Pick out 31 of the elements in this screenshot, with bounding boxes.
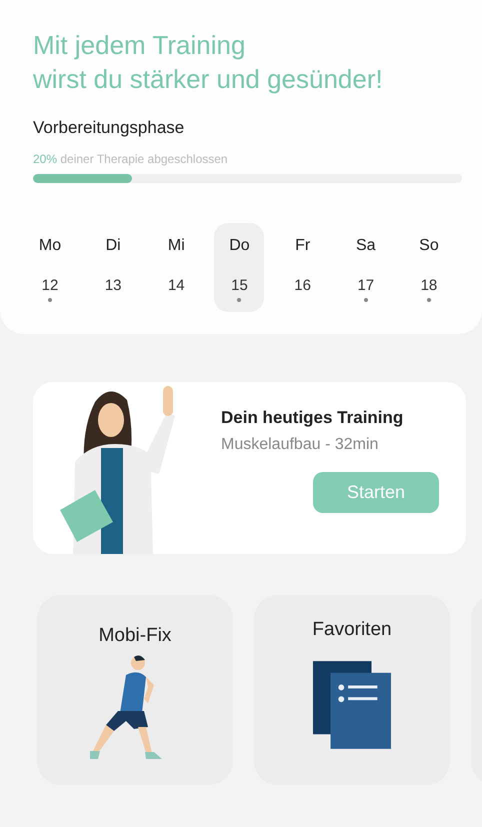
progress-text: 20% deiner Therapie abgeschlossen xyxy=(33,152,229,166)
tile-card[interactable]: Favoriten xyxy=(254,595,450,785)
day-column[interactable]: So 18 xyxy=(404,223,454,312)
date-label: 17 xyxy=(357,277,374,294)
date-label: 13 xyxy=(104,277,122,294)
weekday-label: Mo xyxy=(38,237,62,255)
tile-title: Favoriten xyxy=(312,619,392,641)
phase-title: Vorbereitungsphase xyxy=(33,118,186,138)
tile-card[interactable]: Mobi-Fix xyxy=(37,595,233,785)
weekday-label: Do xyxy=(229,237,250,255)
weekday-label: So xyxy=(419,237,439,255)
day-column[interactable]: Di 13 xyxy=(88,223,138,312)
date-label: 12 xyxy=(42,277,58,294)
day-column[interactable]: Sa 17 xyxy=(340,223,391,312)
date-label: 18 xyxy=(420,277,438,294)
headline: Mit jedem Training wirst du stärker und gesünder! xyxy=(33,29,384,96)
day-column[interactable]: Fr 16 xyxy=(278,223,328,312)
weekday-label: Fr xyxy=(295,237,310,255)
documents-icon xyxy=(313,661,391,749)
training-subtitle: Muskelaufbau - 32min xyxy=(221,436,380,454)
weekday-label: Di xyxy=(106,237,121,255)
tile-title: Mobi-Fix xyxy=(98,625,172,647)
day-column[interactable]: Do 15 xyxy=(214,223,264,312)
weekday-label: Mi xyxy=(168,237,185,255)
day-column[interactable]: Mo 12 xyxy=(25,223,75,312)
weekday-label: Sa xyxy=(356,237,376,255)
date-label: 15 xyxy=(231,277,248,294)
date-label: 16 xyxy=(294,277,311,294)
training-title: Dein heutiges Training xyxy=(221,408,404,428)
date-label: 14 xyxy=(168,277,185,294)
day-column[interactable]: Mi 14 xyxy=(151,223,202,312)
